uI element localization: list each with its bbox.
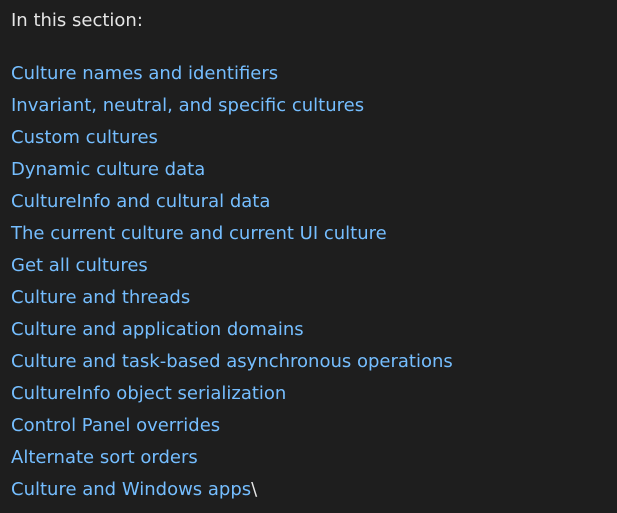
link-culture-names-and-identifiers[interactable]: Culture names and identifiers xyxy=(11,63,278,84)
list-item: Invariant, neutral, and specific culture… xyxy=(11,94,453,126)
link-cultureinfo-and-cultural-data[interactable]: CultureInfo and cultural data xyxy=(11,191,270,212)
link-custom-cultures[interactable]: Custom cultures xyxy=(11,127,158,148)
list-item: CultureInfo object serialization xyxy=(11,382,453,414)
link-culture-and-threads[interactable]: Culture and threads xyxy=(11,287,190,308)
list-item: Culture names and identifiers xyxy=(11,62,453,94)
link-alternate-sort-orders[interactable]: Alternate sort orders xyxy=(11,447,198,468)
list-item: Culture and threads xyxy=(11,286,453,318)
link-control-panel-overrides[interactable]: Control Panel overrides xyxy=(11,415,220,436)
list-item: Culture and Windows apps\ xyxy=(11,478,453,510)
link-get-all-cultures[interactable]: Get all cultures xyxy=(11,255,148,276)
link-current-culture-and-current-ui-culture[interactable]: The current culture and current UI cultu… xyxy=(11,223,387,244)
list-item: Control Panel overrides xyxy=(11,414,453,446)
list-item: Culture and application domains xyxy=(11,318,453,350)
link-culture-and-windows-apps[interactable]: Culture and Windows apps xyxy=(11,479,251,500)
link-culture-and-application-domains[interactable]: Culture and application domains xyxy=(11,319,304,340)
list-item: Alternate sort orders xyxy=(11,446,453,478)
list-item: CultureInfo and cultural data xyxy=(11,190,453,222)
list-item: Culture and task-based asynchronous oper… xyxy=(11,350,453,382)
link-culture-and-task-based-async-operations[interactable]: Culture and task-based asynchronous oper… xyxy=(11,351,453,372)
section-heading: In this section: xyxy=(11,10,143,31)
link-dynamic-culture-data[interactable]: Dynamic culture data xyxy=(11,159,205,180)
trailing-backslash: \ xyxy=(251,479,258,500)
list-item: Dynamic culture data xyxy=(11,158,453,190)
list-item: Custom cultures xyxy=(11,126,453,158)
markdown-preview: In this section: Culture names and ident… xyxy=(0,0,617,513)
list-item: The current culture and current UI cultu… xyxy=(11,222,453,254)
section-link-list: Culture names and identifiers Invariant,… xyxy=(11,62,453,510)
link-cultureinfo-object-serialization[interactable]: CultureInfo object serialization xyxy=(11,383,286,404)
list-item: Get all cultures xyxy=(11,254,453,286)
link-invariant-neutral-specific-cultures[interactable]: Invariant, neutral, and specific culture… xyxy=(11,95,364,116)
